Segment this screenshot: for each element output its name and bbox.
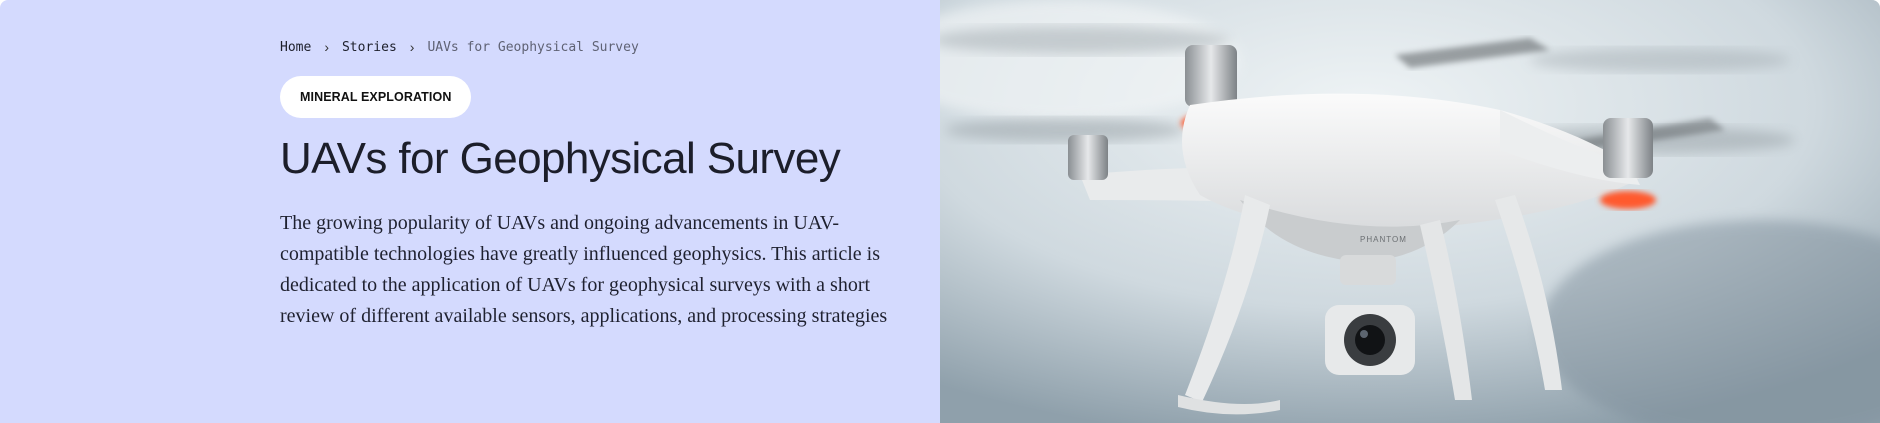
propeller-blur (945, 118, 1185, 142)
breadcrumb: Home › Stories › UAVs for Geophysical Su… (280, 38, 940, 56)
breadcrumb-stories-link[interactable]: Stories (342, 40, 397, 55)
hero-text-panel: Home › Stories › UAVs for Geophysical Su… (0, 0, 940, 423)
chevron-right-icon: › (324, 39, 329, 55)
category-tag[interactable]: MINERAL EXPLORATION (280, 76, 472, 118)
breadcrumb-home-link[interactable]: Home (280, 40, 311, 55)
motor (1185, 45, 1237, 107)
breadcrumb-current-page: UAVs for Geophysical Survey (427, 39, 639, 55)
article-summary: The growing popularity of UAVs and ongoi… (280, 212, 888, 327)
page-title: UAVs for Geophysical Survey (280, 134, 841, 183)
chevron-right-icon: › (409, 39, 415, 55)
propeller-blur (1530, 48, 1790, 72)
motor (1068, 135, 1108, 180)
led-light (1600, 191, 1656, 209)
motor (1603, 118, 1653, 178)
article-hero: Home › Stories › UAVs for Geophysical Su… (0, 0, 1880, 423)
hero-image: PHANTOM (940, 0, 1880, 423)
drone-illustration: PHANTOM (940, 0, 1880, 423)
drone-logo-text: PHANTOM (1360, 235, 1407, 244)
